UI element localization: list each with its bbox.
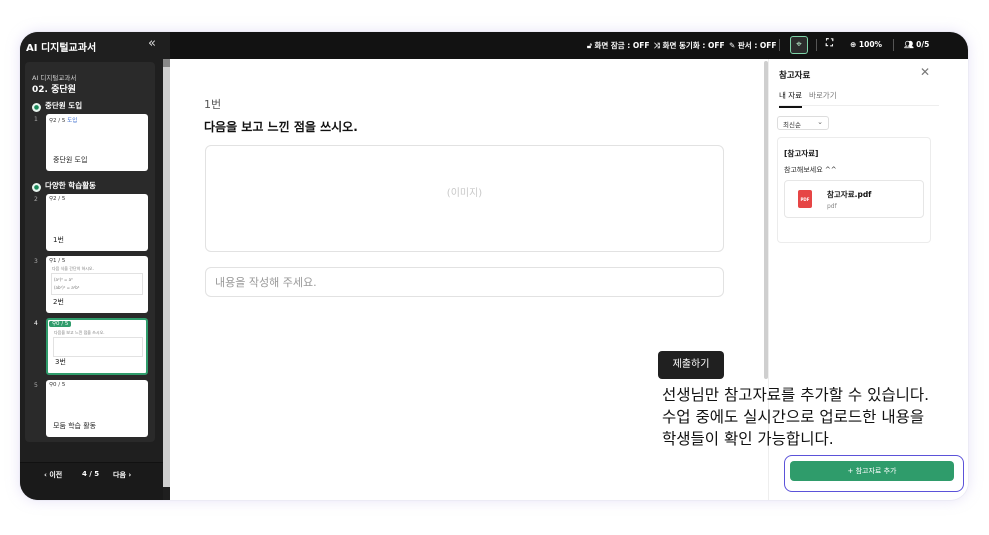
card-count: ⚲0 / 5 — [49, 321, 72, 327]
close-icon[interactable]: ✕ — [920, 65, 930, 79]
card-title: 중단원 도입 — [53, 156, 88, 164]
card-count: ⚲2 / 5 도입 — [49, 118, 78, 124]
chevron-down-icon: ⌄ — [817, 118, 823, 126]
divider — [779, 39, 780, 51]
screen-sync-toggle[interactable]: ⤨ 화면 동기화 : OFF — [654, 40, 725, 51]
page-indicator: 4 / 5 — [82, 470, 100, 478]
page-card-4-active[interactable]: ⚲0 / 5 다음을 보고 느낀 점을 쓰시오. 3번 — [46, 318, 148, 375]
page-card-1[interactable]: ⚲2 / 5 도입 중단원 도입 — [46, 114, 148, 171]
page-card-3[interactable]: ⚲1 / 5 다음 식을 간단히 하시오. (a²)³ = a⁶ (ab²)² … — [46, 256, 148, 313]
answer-input[interactable]: 내용을 작성해 주세요. — [205, 267, 724, 297]
section-intro[interactable]: ● 중단원 도입 — [32, 100, 82, 112]
sidebar-scrollbar[interactable] — [163, 59, 170, 487]
add-reference-button[interactable]: + 참고자료 추가 — [790, 461, 954, 481]
card-count: ⚲2 / 5 — [49, 196, 66, 202]
reference-card-message: 참고해보세요 ^^ — [784, 166, 837, 174]
card-count: ⚲1 / 5 — [49, 258, 66, 264]
sort-select[interactable]: 최신순 ⌄ — [777, 116, 829, 130]
card-preview-text: 다음을 보고 느낀 점을 쓰시오. — [54, 330, 105, 335]
card-number: 5 — [34, 382, 38, 389]
image-placeholder: (이미지) — [205, 145, 724, 252]
section-icon: ● — [32, 183, 41, 192]
card-number: 3 — [34, 258, 38, 265]
panel-title: 참고자료 — [779, 71, 811, 81]
unit-title: 02. 중단원 — [32, 85, 76, 95]
sidebar-header: AI 디지털교과서 « — [20, 32, 170, 59]
students-button[interactable]: 👥︎ 0/5 — [904, 40, 929, 49]
pointer-icon: ⌖ — [796, 39, 802, 50]
submit-button[interactable]: 제출하기 — [658, 351, 724, 379]
card-title: 모둠 학습 활동 — [53, 422, 97, 430]
plus-icon: + — [847, 467, 856, 475]
file-attachment[interactable]: PDF 참고자료.pdf pdf — [784, 180, 924, 218]
card-preview-box — [53, 337, 143, 357]
zoom-control[interactable]: ⊕ 100% — [850, 40, 882, 49]
zoom-in-icon: ⊕ — [850, 40, 859, 49]
tab-shortcuts[interactable]: 바로가기 — [809, 90, 837, 101]
card-preview-text: (a²)³ = a⁶ — [54, 277, 73, 282]
next-page-button[interactable]: 다음 › — [113, 470, 131, 480]
app-title: AI 디지털교과서 — [26, 43, 97, 54]
page-card-2[interactable]: ⚲2 / 5 1번 — [46, 194, 148, 251]
callout-line: 수업 중에도 실시간으로 업로드한 내용을 — [662, 408, 925, 426]
screen-lock-toggle[interactable]: 🔓︎ 화면 잠금 : OFF — [587, 40, 650, 51]
fullscreen-icon: ⛶ — [826, 38, 833, 49]
prev-page-button[interactable]: ‹ 이전 — [44, 470, 62, 480]
page-card-5[interactable]: ⚲0 / 5 모둠 학습 활동 — [46, 380, 148, 437]
card-title: 2번 — [53, 298, 64, 306]
card-number: 4 — [34, 320, 38, 327]
pen-icon: ✎ — [729, 41, 738, 50]
callout-line: 선생님만 참고자료를 추가할 수 있습니다. — [662, 386, 930, 404]
card-count: ⚲0 / 5 — [49, 382, 66, 388]
card-number: 2 — [34, 196, 38, 203]
question-title: 다음을 보고 느낀 점을 쓰시오. — [204, 120, 358, 134]
callout-text: 선생님만 참고자료를 추가할 수 있습니다. 수업 중에도 실시간으로 업로드한… — [662, 384, 929, 450]
file-type: pdf — [827, 203, 837, 210]
fullscreen-button[interactable]: ⛶ — [826, 38, 833, 49]
section-activities[interactable]: ● 다양한 학습활동 — [32, 180, 96, 192]
highlight-outline: + 참고자료 추가 — [784, 455, 964, 492]
double-chevron-left-icon[interactable]: « — [148, 36, 156, 51]
image-placeholder-label: (이미지) — [446, 188, 483, 199]
callout-line: 학생들이 확인 가능합니다. — [662, 430, 834, 448]
section-icon: ● — [32, 103, 41, 112]
pdf-file-icon: PDF — [798, 190, 812, 208]
divider — [779, 105, 939, 106]
users-icon: 👥︎ — [904, 40, 917, 49]
chevron-right-icon: › — [125, 471, 132, 479]
divider — [816, 39, 817, 51]
textbook-name: AI 디지털교과서 — [32, 74, 77, 82]
page-list: AI 디지털교과서 02. 중단원 ● 중단원 도입 1 ⚲2 / 5 도입 중단… — [25, 62, 155, 442]
file-name: 참고자료.pdf — [827, 190, 872, 199]
divider — [893, 39, 894, 51]
scrollbar-thumb[interactable] — [163, 59, 170, 67]
card-title: 3번 — [55, 358, 66, 366]
page-navigation: ‹ 이전 4 / 5 다음 › — [20, 462, 163, 500]
reference-card: [참고자료] 참고해보세요 ^^ PDF 참고자료.pdf pdf — [777, 137, 931, 243]
question-number: 1번 — [204, 98, 222, 111]
card-preview-text: 다음 식을 간단히 하시오. — [52, 266, 94, 271]
card-preview-text: (ab²)² = a²b⁴ — [54, 285, 80, 290]
card-number: 1 — [34, 116, 38, 123]
pointer-tool-button[interactable]: ⌖ — [790, 36, 808, 54]
sidebar: AI 디지털교과서 02. 중단원 ● 중단원 도입 1 ⚲2 / 5 도입 중단… — [20, 59, 170, 500]
pen-toggle[interactable]: ✎ 판서 : OFF — [729, 40, 777, 51]
sync-off-icon: ⤨ — [654, 41, 663, 50]
card-title: 1번 — [53, 236, 64, 244]
reference-card-title: [참고자료] — [784, 149, 819, 158]
